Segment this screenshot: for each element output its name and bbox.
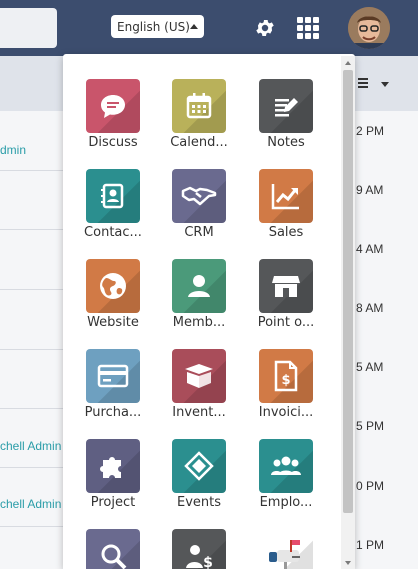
background-list-left: dmin chell Admin chell Admin — [0, 56, 63, 569]
person-dollar-icon: $ — [172, 529, 226, 569]
svg-text:$: $ — [281, 373, 290, 388]
gear-icon[interactable] — [254, 17, 276, 39]
caret-down-icon[interactable] — [381, 82, 389, 87]
invoice-dollar-icon: $ — [259, 349, 313, 403]
menu-icon[interactable] — [358, 78, 368, 90]
app-purchase[interactable]: Purcha... — [73, 349, 153, 420]
time-cell: 5 AM — [356, 360, 384, 374]
time-cell: 1 PM — [356, 538, 385, 552]
app-sales[interactable]: Sales — [246, 169, 326, 240]
app-notes[interactable]: Notes — [246, 79, 326, 150]
app-label: Sales — [268, 225, 304, 240]
divider — [0, 349, 63, 350]
list-header — [0, 56, 63, 111]
app-calendar[interactable]: Calend... — [159, 79, 239, 150]
search-box[interactable] — [0, 8, 57, 48]
time-cell: 9 AM — [356, 183, 384, 197]
chat-bubble-icon — [86, 79, 140, 133]
calendar-icon — [172, 79, 226, 133]
app-label: Events — [176, 495, 221, 510]
list-link[interactable]: chell Admin — [0, 497, 61, 511]
app-payroll[interactable]: $ — [159, 529, 239, 569]
sales-chart-icon — [259, 169, 313, 223]
app-label: Calend... — [170, 135, 228, 150]
top-navbar: English (US) — [0, 0, 418, 56]
apps-menu-scrollbar[interactable] — [341, 56, 355, 569]
list-link[interactable]: chell Admin — [0, 439, 61, 453]
divider — [0, 408, 63, 409]
apps-menu-panel: Discuss Calend... Notes Contac... CRM Sa… — [63, 54, 355, 569]
app-label: Contac... — [84, 225, 142, 240]
notes-icon — [259, 79, 313, 133]
time-cell: 4 AM — [356, 242, 384, 256]
time-cell: 2 PM — [356, 124, 385, 138]
list-header — [354, 56, 418, 111]
svg-text:$: $ — [203, 555, 213, 569]
time-cell: 0 PM — [356, 479, 385, 493]
app-label: Memb... — [172, 315, 226, 330]
time-cell: 5 PM — [356, 419, 385, 433]
background-list-right: 2 PM 9 AM 4 AM 8 AM 5 AM 5 PM 0 PM 1 PM — [354, 56, 418, 569]
app-label: Invent... — [172, 405, 226, 420]
employees-icon — [259, 439, 313, 493]
divider — [0, 289, 63, 290]
app-employees[interactable]: Emplo... — [246, 439, 326, 510]
language-select[interactable]: English (US) — [111, 15, 204, 38]
app-invoicing[interactable]: $ Invoici... — [246, 349, 326, 420]
box-icon — [172, 349, 226, 403]
scroll-down-arrow-icon[interactable] — [345, 561, 351, 565]
divider — [0, 170, 63, 171]
app-website[interactable]: Website — [73, 259, 153, 330]
contact-book-icon — [86, 169, 140, 223]
apps-grid-icon[interactable] — [297, 17, 319, 39]
mailbox-icon — [259, 529, 313, 569]
app-project[interactable]: Project — [73, 439, 153, 510]
app-label: Notes — [267, 135, 305, 150]
app-contacts[interactable]: Contac... — [73, 169, 153, 240]
app-label: Discuss — [88, 135, 138, 150]
globe-icon — [86, 259, 140, 313]
app-label: Emplo... — [259, 495, 313, 510]
app-label: Point o... — [257, 315, 315, 330]
search-magnifier-icon — [86, 529, 140, 569]
member-icon — [172, 259, 226, 313]
app-label: CRM — [184, 225, 214, 240]
divider — [0, 467, 63, 468]
app-label: Project — [90, 495, 136, 510]
ticket-icon — [172, 439, 226, 493]
app-inventory[interactable]: Invent... — [159, 349, 239, 420]
app-search[interactable] — [73, 529, 153, 569]
app-events[interactable]: Events — [159, 439, 239, 510]
app-point-of-sale[interactable]: Point o... — [246, 259, 326, 330]
app-members[interactable]: Memb... — [159, 259, 239, 330]
app-label: Website — [87, 315, 139, 330]
divider — [0, 229, 63, 230]
divider — [0, 526, 63, 527]
app-label: Invoici... — [258, 405, 314, 420]
time-cell: 8 AM — [356, 301, 384, 315]
app-label: Purcha... — [84, 405, 142, 420]
scroll-up-arrow-icon[interactable] — [345, 61, 351, 65]
scroll-thumb[interactable] — [343, 70, 353, 513]
caret-up-icon — [190, 24, 198, 29]
app-discuss[interactable]: Discuss — [73, 79, 153, 150]
credit-card-icon — [86, 349, 140, 403]
store-icon — [259, 259, 313, 313]
handshake-icon — [172, 169, 226, 223]
avatar[interactable] — [348, 7, 390, 49]
app-mailbox[interactable] — [246, 529, 326, 569]
app-crm[interactable]: CRM — [159, 169, 239, 240]
list-link[interactable]: dmin — [0, 143, 26, 157]
puzzle-icon — [86, 439, 140, 493]
language-select-value: English (US) — [117, 19, 190, 34]
